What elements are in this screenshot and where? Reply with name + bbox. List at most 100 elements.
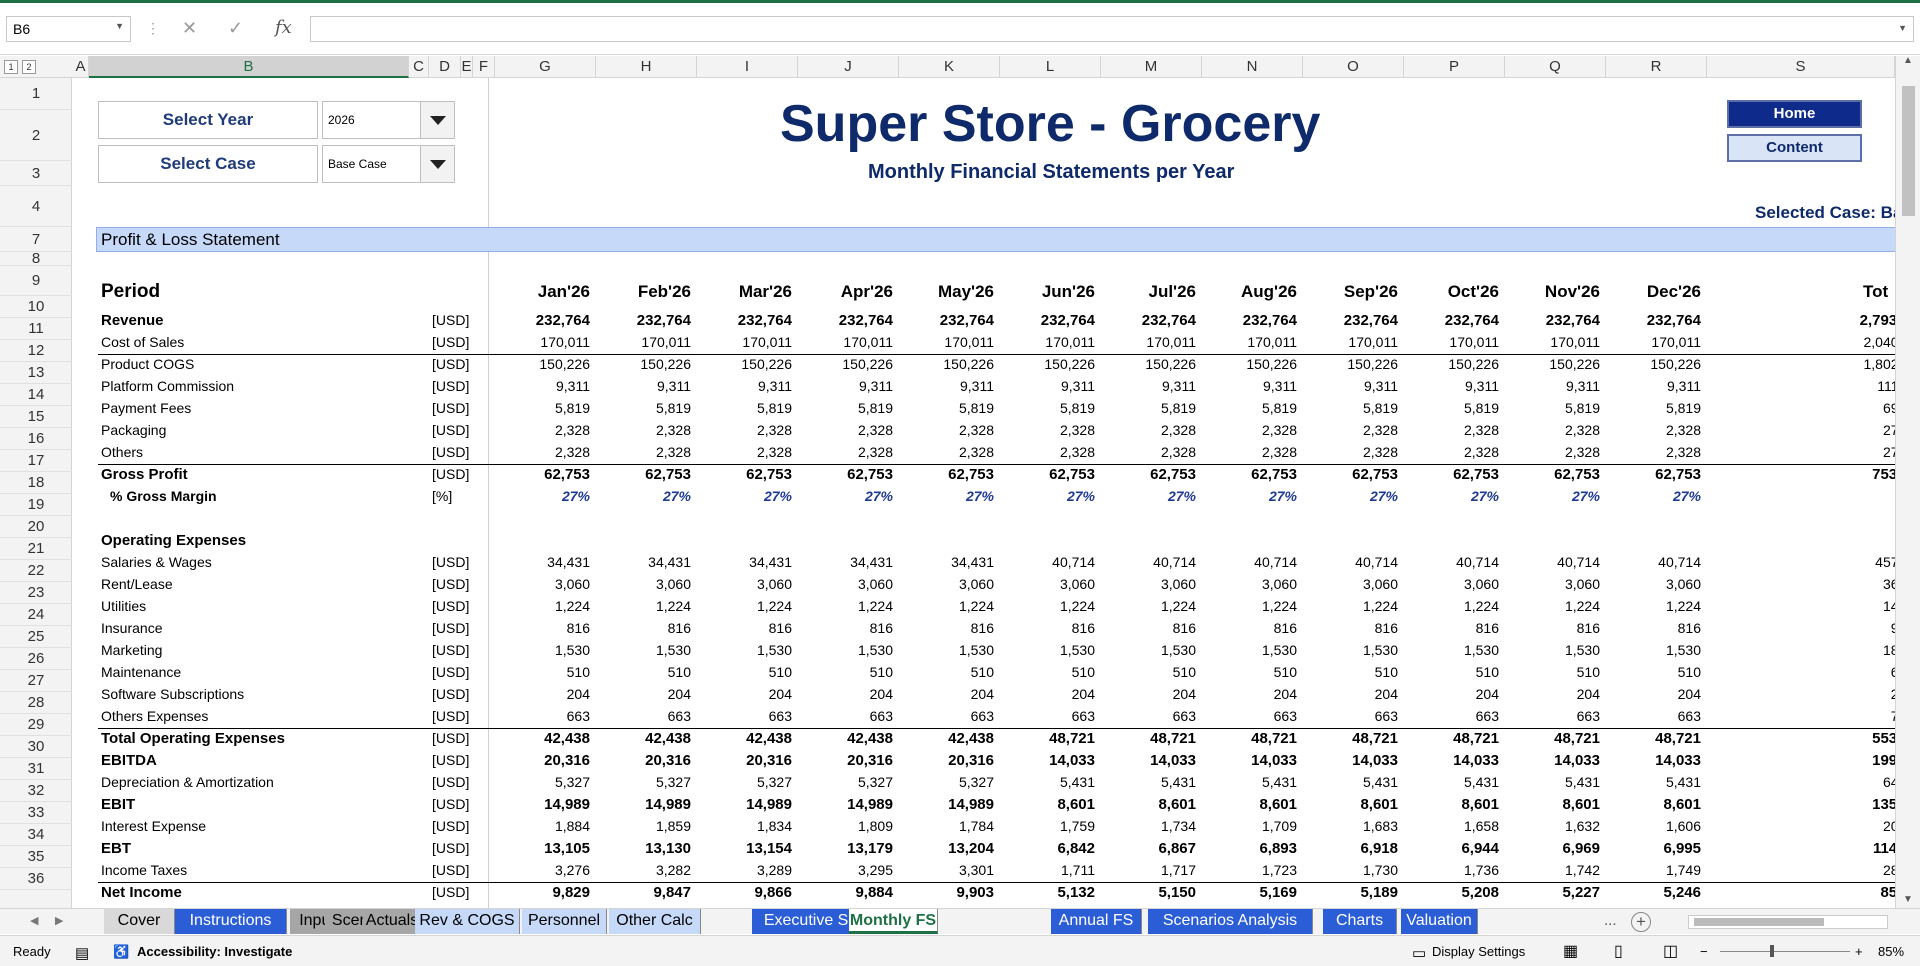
value-cell[interactable]: 40,714	[1500, 554, 1600, 570]
chevron-down-icon[interactable]: ▼	[115, 21, 124, 31]
value-cell[interactable]: 8,601	[995, 796, 1095, 813]
value-cell[interactable]: 27%	[894, 488, 994, 504]
row-header-31[interactable]: 31	[0, 758, 72, 780]
value-cell[interactable]: 2,328	[490, 444, 590, 460]
value-cell[interactable]: 5,431	[1500, 774, 1600, 790]
value-cell[interactable]: 1,784	[894, 818, 994, 834]
column-header-l[interactable]: L	[1000, 56, 1101, 78]
value-cell[interactable]: 204	[692, 686, 792, 702]
value-cell[interactable]: 232,764	[995, 312, 1095, 329]
value-cell[interactable]: 204	[1500, 686, 1600, 702]
row-header-26[interactable]: 26	[0, 648, 72, 670]
value-cell[interactable]: 48,721	[1197, 730, 1297, 747]
value-cell[interactable]: 2,328	[692, 444, 792, 460]
value-cell[interactable]: 27%	[1298, 488, 1398, 504]
total-cell[interactable]: 20,95	[1808, 818, 1895, 834]
value-cell[interactable]: 5,819	[490, 400, 590, 416]
value-cell[interactable]: 204	[1096, 686, 1196, 702]
value-cell[interactable]: 14,989	[591, 796, 691, 813]
total-cell[interactable]: 64,65	[1808, 774, 1895, 790]
value-cell[interactable]: 663	[1601, 708, 1701, 724]
select-case-dropdown[interactable]: Base Case	[322, 145, 455, 183]
expand-formula-icon[interactable]: ▼	[1898, 23, 1907, 33]
value-cell[interactable]: 48,721	[1298, 730, 1398, 747]
value-cell[interactable]: 14,033	[1096, 752, 1196, 769]
value-cell[interactable]: 170,011	[1601, 334, 1701, 350]
value-cell[interactable]: 14,033	[1399, 752, 1499, 769]
value-cell[interactable]: 2,328	[490, 422, 590, 438]
column-header-a[interactable]: A	[73, 56, 89, 78]
value-cell[interactable]: 20,316	[793, 752, 893, 769]
value-cell[interactable]: 9,311	[1601, 378, 1701, 394]
value-cell[interactable]: 8,601	[1197, 796, 1297, 813]
value-cell[interactable]: 6,918	[1298, 840, 1398, 857]
value-cell[interactable]: 1,224	[894, 598, 994, 614]
row-header-34[interactable]: 34	[0, 824, 72, 846]
value-cell[interactable]: 1,759	[995, 818, 1095, 834]
value-cell[interactable]: 1,736	[1399, 862, 1499, 878]
value-cell[interactable]: 3,060	[1601, 576, 1701, 592]
value-cell[interactable]: 1,530	[692, 642, 792, 658]
value-cell[interactable]: 9,311	[995, 378, 1095, 394]
row-header-20[interactable]: 20	[0, 516, 72, 538]
row-header-11[interactable]: 11	[0, 318, 72, 340]
value-cell[interactable]: 510	[692, 664, 792, 680]
value-cell[interactable]: 27%	[995, 488, 1095, 504]
value-cell[interactable]: 510	[1197, 664, 1297, 680]
value-cell[interactable]: 2,328	[591, 422, 691, 438]
value-cell[interactable]: 42,438	[591, 730, 691, 747]
total-cell[interactable]: 114,20	[1808, 840, 1895, 857]
row-header-28[interactable]: 28	[0, 692, 72, 714]
value-cell[interactable]: 510	[894, 664, 994, 680]
value-cell[interactable]: 5,819	[692, 400, 792, 416]
value-cell[interactable]: 1,224	[793, 598, 893, 614]
value-cell[interactable]: 1,809	[793, 818, 893, 834]
value-cell[interactable]: 5,208	[1399, 884, 1499, 901]
total-cell[interactable]: 27	[1808, 488, 1895, 504]
value-cell[interactable]: 232,764	[793, 312, 893, 329]
value-cell[interactable]: 62,753	[692, 466, 792, 483]
value-cell[interactable]: 510	[1601, 664, 1701, 680]
scroll-thumb[interactable]	[1694, 918, 1824, 926]
value-cell[interactable]: 9,884	[793, 884, 893, 901]
row-header-12[interactable]: 12	[0, 340, 72, 362]
value-cell[interactable]: 5,819	[591, 400, 691, 416]
value-cell[interactable]: 14,033	[1197, 752, 1297, 769]
value-cell[interactable]: 1,224	[692, 598, 792, 614]
value-cell[interactable]: 2,328	[793, 444, 893, 460]
name-box[interactable]: B6 ▼	[6, 16, 131, 42]
value-cell[interactable]: 20,316	[591, 752, 691, 769]
value-cell[interactable]: 663	[995, 708, 1095, 724]
prev-sheet-icon[interactable]: ◀	[30, 914, 38, 927]
value-cell[interactable]: 1,224	[1298, 598, 1398, 614]
page-break-icon[interactable]: ◫	[1663, 941, 1678, 961]
total-cell[interactable]: 14,68	[1808, 598, 1895, 614]
value-cell[interactable]: 6,969	[1500, 840, 1600, 857]
value-cell[interactable]: 8,601	[1399, 796, 1499, 813]
add-sheet-icon[interactable]: +	[1631, 912, 1651, 932]
value-cell[interactable]: 9,311	[591, 378, 691, 394]
enter-icon[interactable]: ✓	[228, 18, 243, 39]
value-cell[interactable]: 204	[1399, 686, 1499, 702]
value-cell[interactable]: 232,764	[1601, 312, 1701, 329]
value-cell[interactable]: 48,721	[1500, 730, 1600, 747]
sheet-tab[interactable]: Monthly FS	[849, 909, 938, 934]
value-cell[interactable]: 663	[1298, 708, 1398, 724]
value-cell[interactable]: 9,311	[1399, 378, 1499, 394]
value-cell[interactable]: 5,431	[995, 774, 1095, 790]
row-header-15[interactable]: 15	[0, 406, 72, 428]
more-sheets-icon[interactable]: ...	[1604, 912, 1617, 929]
value-cell[interactable]: 5,169	[1197, 884, 1297, 901]
column-header-f[interactable]: F	[473, 56, 495, 78]
value-cell[interactable]: 1,723	[1197, 862, 1297, 878]
sheet-tab[interactable]: Cover	[104, 909, 175, 934]
sheet-tab[interactable]: Rev & COGS	[415, 909, 520, 934]
horizontal-scrollbar[interactable]	[1688, 915, 1888, 929]
total-cell[interactable]: 2,040,12	[1808, 334, 1896, 350]
value-cell[interactable]: 2,328	[1500, 444, 1600, 460]
value-cell[interactable]: 232,764	[1096, 312, 1196, 329]
value-cell[interactable]: 150,226	[1096, 356, 1196, 372]
value-cell[interactable]: 150,226	[1500, 356, 1600, 372]
value-cell[interactable]: 9,311	[692, 378, 792, 394]
column-header-i[interactable]: I	[697, 56, 798, 78]
